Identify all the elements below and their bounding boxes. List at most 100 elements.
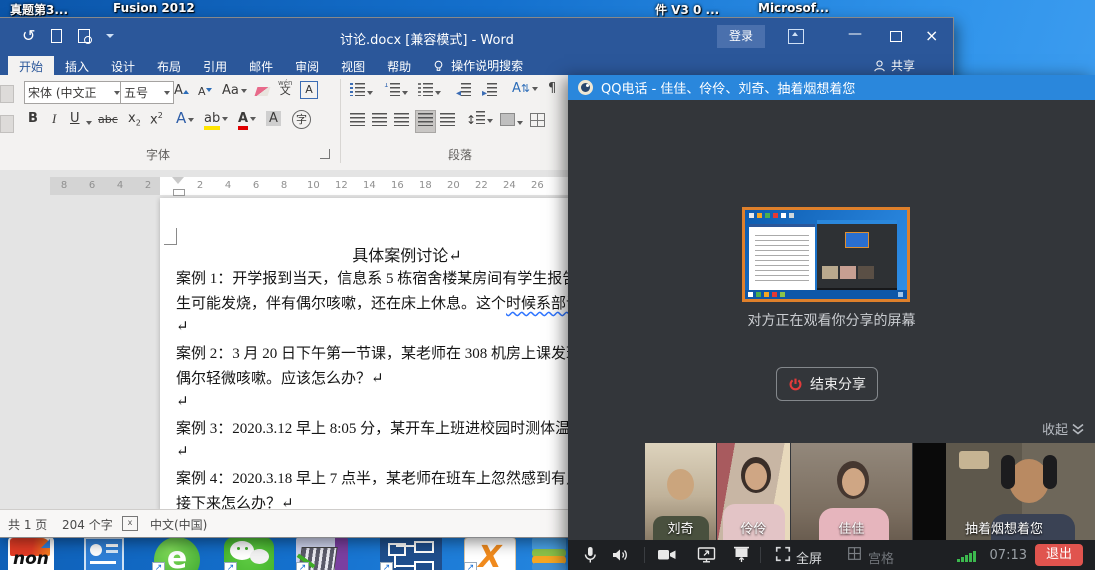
distributed-button[interactable]	[440, 113, 455, 130]
share-status-text: 对方正在观看你分享的屏幕	[568, 310, 1095, 330]
qq-call-title: QQ电话 - 佳佳、伶伶、刘奇、抽着烟想着您	[601, 78, 855, 97]
mini-taskbar	[745, 290, 907, 299]
font-dialog-launcher[interactable]	[320, 149, 330, 159]
ribbon-display-options-icon[interactable]	[788, 29, 804, 44]
presentation-button[interactable]	[731, 545, 753, 569]
flowchart-icon[interactable]: ↗	[380, 537, 442, 570]
desktop-icon-label[interactable]: Microsof...	[758, 1, 829, 15]
strikethrough-button[interactable]: abc	[98, 113, 118, 126]
tab-help[interactable]: 帮助	[376, 56, 422, 75]
signal-strength-icon	[957, 550, 977, 562]
control-divider	[644, 547, 645, 563]
character-shading-button[interactable]: A	[266, 111, 281, 126]
numbering-button[interactable]: 1 2 3	[384, 83, 408, 100]
participant-video[interactable]: 伶伶	[717, 443, 790, 540]
tell-me-search[interactable]: 操作说明搜索	[432, 56, 523, 75]
orange-x-app-icon[interactable]: X ↗	[464, 537, 516, 570]
collapse-videos-button[interactable]: 收起	[1042, 419, 1085, 438]
undo-icon[interactable]: ↺	[22, 28, 35, 44]
proofing-status-icon[interactable]: x	[122, 516, 138, 531]
italic-button[interactable]: I	[52, 111, 56, 127]
page-count[interactable]: 共 1 页	[8, 516, 47, 533]
share-button[interactable]: 共享	[873, 56, 915, 75]
fusion-shortcut-icon[interactable]: non	[8, 537, 54, 570]
keyboard-pen-icon[interactable]: ↗	[296, 537, 348, 570]
text-effects-button[interactable]: A	[176, 109, 194, 127]
green-e-browser-icon[interactable]: e ↗	[152, 537, 202, 570]
left-indent-marker[interactable]	[173, 189, 185, 196]
shading-button[interactable]	[500, 113, 523, 130]
clear-formatting-button[interactable]	[256, 85, 269, 100]
language-status[interactable]: 中文(中国)	[150, 516, 207, 533]
maximize-button[interactable]	[890, 31, 902, 42]
font-size-value: 五号	[124, 84, 148, 101]
font-name-combo[interactable]: 宋体 (中文正	[24, 81, 124, 104]
grid-view-label[interactable]: 宫格	[868, 548, 894, 567]
presentation-panel-icon[interactable]	[84, 537, 124, 570]
camera-button[interactable]	[656, 545, 678, 569]
login-button[interactable]: 登录	[717, 25, 765, 48]
tab-review[interactable]: 审阅	[284, 56, 330, 75]
increase-indent-button[interactable]: ▸	[482, 83, 497, 100]
close-button[interactable]: ×	[925, 26, 938, 45]
desktop-icon-label[interactable]: Fusion 2012	[113, 1, 195, 15]
sort-button[interactable]: A⇅	[512, 81, 538, 96]
align-left-button[interactable]	[350, 113, 365, 130]
participant-name: 刘奇	[645, 518, 716, 537]
align-center-button[interactable]	[372, 113, 387, 130]
power-icon	[788, 377, 803, 392]
participant-video[interactable]: 刘奇	[645, 443, 716, 540]
character-border-button[interactable]: A	[300, 81, 318, 99]
font-color-button[interactable]: A	[238, 111, 256, 126]
new-document-icon[interactable]	[51, 29, 62, 43]
tab-layout[interactable]: 布局	[146, 56, 192, 75]
tab-insert[interactable]: 插入	[54, 56, 100, 75]
multilevel-list-button[interactable]	[418, 83, 441, 100]
fullscreen-button[interactable]	[774, 545, 792, 567]
minimize-button[interactable]: —	[848, 26, 862, 42]
desktop-icon-label[interactable]: 真题第3...	[10, 1, 68, 18]
wechat-icon[interactable]: ↗	[224, 537, 274, 570]
grow-font-button[interactable]: A	[174, 83, 189, 98]
word-count[interactable]: 204 个字	[62, 516, 113, 533]
grid-view-icon[interactable]	[846, 545, 863, 566]
doc-line-plain: 生可能发烧，伴有偶尔咳嗽，还在床上休息。这个	[176, 296, 506, 312]
participant-video[interactable]: 抽着烟想着您	[913, 443, 1095, 540]
tab-references[interactable]: 引用	[192, 56, 238, 75]
microphone-button[interactable]	[580, 545, 600, 569]
bullets-button[interactable]	[350, 83, 373, 100]
screen-share-preview[interactable]	[742, 207, 910, 302]
exit-call-button[interactable]: 退出	[1035, 544, 1083, 566]
shrink-font-button[interactable]: A	[198, 85, 212, 98]
subscript-button[interactable]: x2	[128, 111, 141, 128]
borders-button[interactable]	[530, 113, 545, 131]
font-size-combo[interactable]: 五号	[120, 81, 174, 104]
tab-home[interactable]: 开始	[8, 56, 54, 75]
show-marks-button[interactable]: ¶	[548, 81, 556, 96]
speaker-button[interactable]	[610, 545, 630, 569]
highlight-button[interactable]: ab	[204, 111, 228, 126]
tab-design[interactable]: 设计	[100, 56, 146, 75]
participant-video[interactable]: 佳佳	[791, 443, 912, 540]
underline-button[interactable]: U	[70, 111, 80, 126]
change-case-button[interactable]: Aa	[222, 83, 247, 98]
justify-button[interactable]	[416, 111, 435, 132]
tab-view[interactable]: 视图	[330, 56, 376, 75]
tab-mailings[interactable]: 邮件	[238, 56, 284, 75]
line-spacing-button[interactable]: ↕	[466, 111, 493, 128]
desktop-icon-label[interactable]: 件 V3 0 ...	[655, 1, 719, 18]
shortcut-arrow-badge: ↗	[296, 562, 309, 570]
bold-button[interactable]: B	[28, 111, 38, 126]
phonetic-guide-button[interactable]: wén文	[278, 79, 292, 95]
enclose-characters-button[interactable]: 字	[292, 110, 311, 129]
superscript-button[interactable]: x2	[150, 111, 163, 127]
layer-stack-icon[interactable]	[532, 537, 568, 570]
decrease-indent-button[interactable]: ◂	[456, 83, 471, 100]
fullscreen-label[interactable]: 全屏	[796, 548, 822, 567]
share-screen-button[interactable]	[696, 545, 718, 569]
print-preview-icon[interactable]	[78, 29, 90, 43]
customize-toolbar-chevron-icon[interactable]	[106, 34, 114, 42]
end-share-button[interactable]: 结束分享	[776, 367, 878, 401]
collapse-label: 收起	[1042, 419, 1068, 438]
align-right-button[interactable]	[394, 113, 409, 130]
